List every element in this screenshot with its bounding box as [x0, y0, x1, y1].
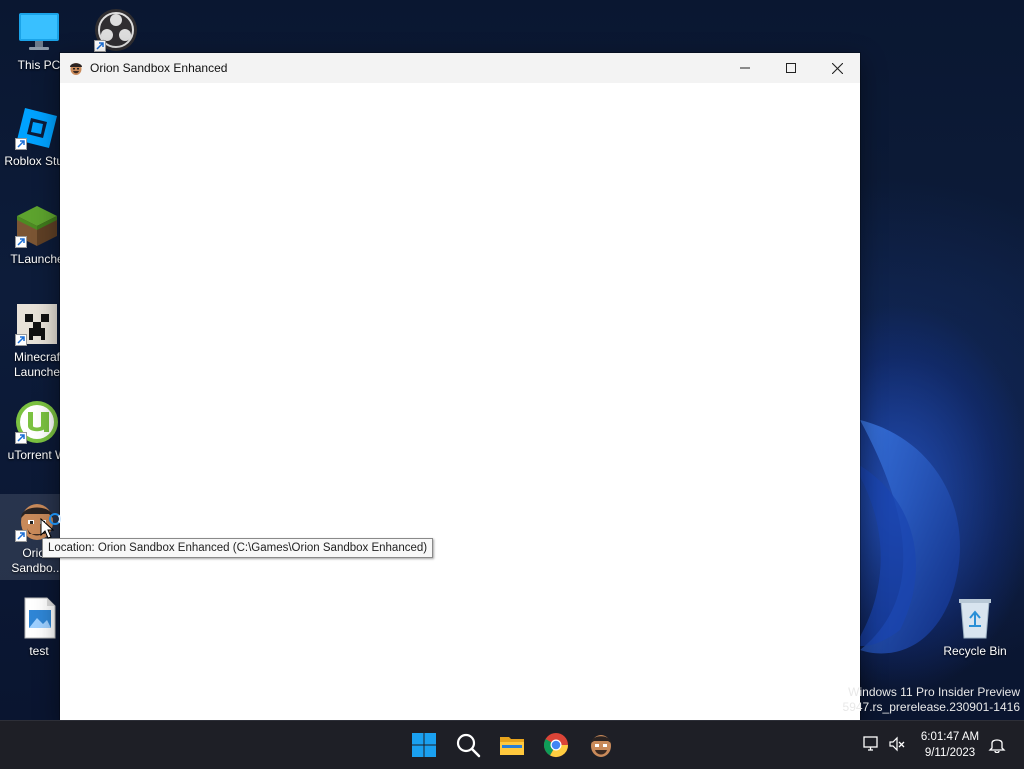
shortcut-arrow-icon — [15, 530, 27, 542]
search-button[interactable] — [454, 731, 482, 759]
window-titlebar[interactable]: Orion Sandbox Enhanced — [60, 53, 860, 83]
tlauncher-grass-block-icon — [15, 204, 59, 248]
close-button[interactable] — [814, 53, 860, 83]
minimize-icon — [740, 67, 750, 69]
volume-muted-icon[interactable] — [888, 735, 906, 753]
clock-date: 9/11/2023 — [924, 747, 976, 759]
obs-icon — [94, 8, 138, 52]
minecraft-creeper-icon — [15, 302, 59, 346]
orion-sandbox-taskbar-button[interactable] — [587, 731, 615, 759]
app-window[interactable]: Orion Sandbox Enhanced — [60, 53, 860, 720]
desktop-icon-label: Recycle Bin — [943, 644, 1007, 658]
location-tooltip: Location: Orion Sandbox Enhanced (C:\Gam… — [42, 538, 434, 558]
shortcut-arrow-icon — [15, 138, 27, 150]
windows-start-button[interactable] — [410, 731, 438, 759]
image-file-icon — [17, 596, 61, 640]
network-icon[interactable] — [862, 735, 880, 753]
shortcut-arrow-icon — [94, 40, 106, 52]
desktop: This PC Roblox Stud TLaunche Minecraf La… — [0, 0, 1024, 720]
close-icon — [832, 63, 843, 74]
notification-bell-icon[interactable] — [988, 735, 1006, 754]
windows-watermark: Windows 11 Pro Insider Preview 5947.rs_p… — [843, 685, 1020, 715]
desktop-icon-obs[interactable] — [78, 8, 154, 56]
recycle-bin-icon — [953, 596, 997, 640]
watermark-line-1: Windows 11 Pro Insider Preview — [848, 685, 1020, 699]
roblox-studio-icon — [15, 106, 59, 150]
file-explorer-button[interactable] — [498, 731, 526, 759]
file-explorer-icon — [500, 737, 524, 755]
shortcut-arrow-icon — [15, 334, 27, 346]
minimize-button[interactable] — [722, 53, 768, 83]
loading-spinner-icon — [49, 513, 61, 525]
orion-sandbox-icon — [69, 61, 83, 75]
maximize-icon — [786, 63, 796, 73]
monitor-icon — [17, 10, 61, 54]
windows-start-icon — [412, 733, 436, 757]
window-title: Orion Sandbox Enhanced — [90, 61, 228, 75]
clock-time: 6:01:47 AM — [920, 731, 980, 743]
orion-sandbox-icon — [591, 735, 611, 757]
desktop-icon-recycle-bin[interactable]: Recycle Bin — [937, 596, 1013, 659]
window-content — [60, 83, 860, 720]
taskbar: 6:01:47 AM 9/11/2023 — [0, 720, 1024, 769]
chrome-icon — [543, 733, 568, 758]
maximize-button[interactable] — [768, 53, 814, 83]
system-clock[interactable]: 6:01:47 AM 9/11/2023 — [914, 729, 986, 761]
watermark-line-2: 5947.rs_prerelease.230901-1416 — [842, 700, 1020, 714]
utorrent-icon — [15, 400, 59, 444]
search-icon — [456, 733, 481, 758]
shortcut-arrow-icon — [15, 236, 27, 248]
chrome-button[interactable] — [542, 731, 570, 759]
shortcut-arrow-icon — [15, 432, 27, 444]
